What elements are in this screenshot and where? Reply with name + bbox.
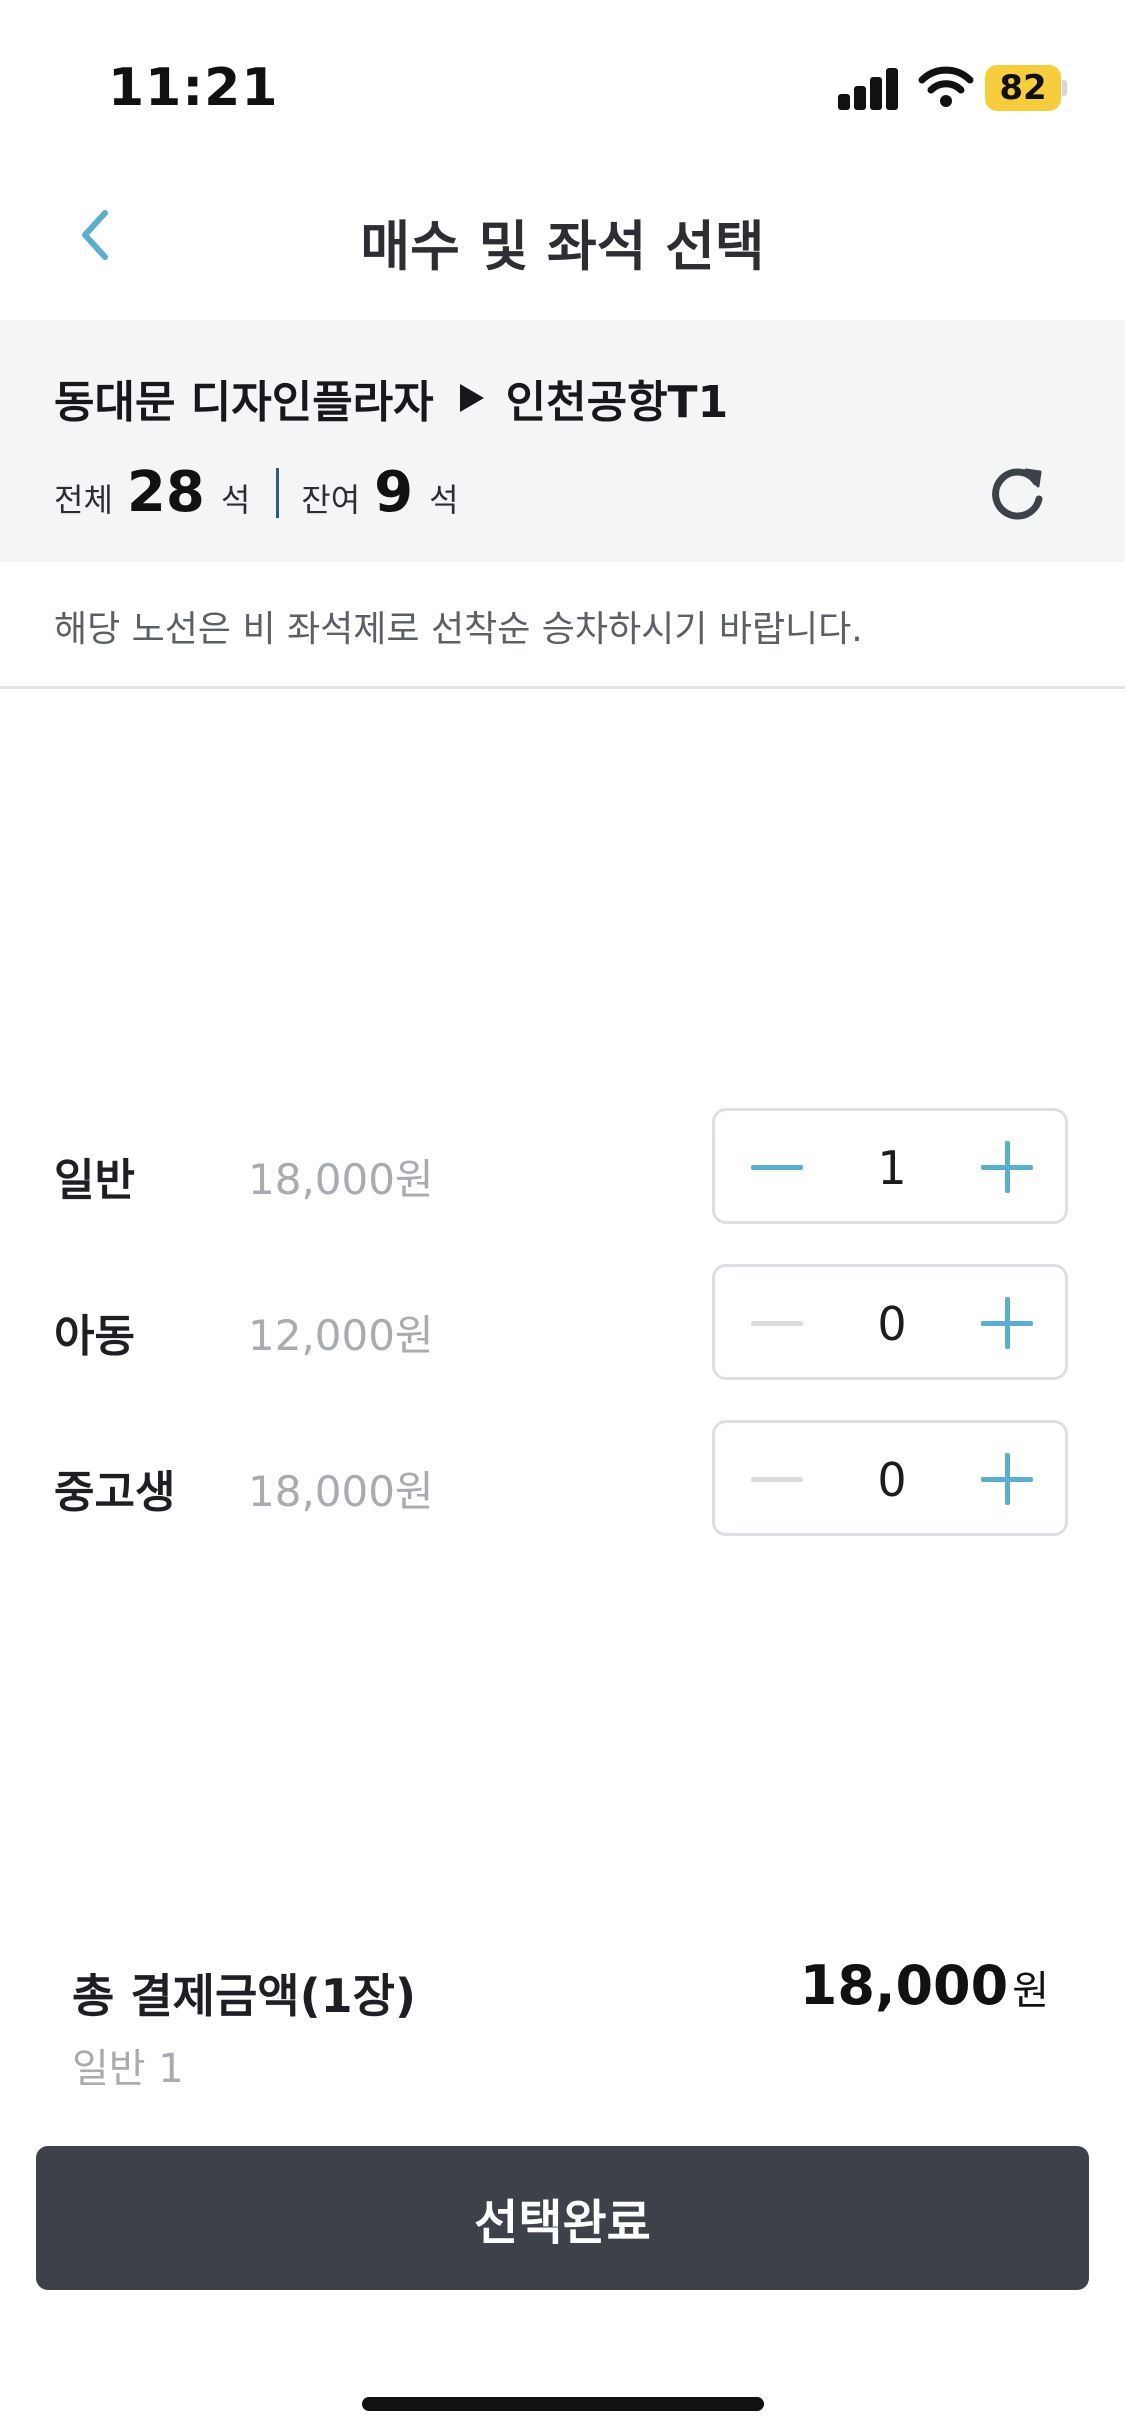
route-destination: 인천공항T1: [505, 377, 729, 428]
quantity-stepper: 0: [712, 1264, 1068, 1380]
seat-divider: [276, 467, 280, 518]
total-payment-label: 총 결제금액(1장): [72, 1969, 416, 2023]
quantity-stepper: 1: [712, 1108, 1068, 1224]
passenger-price: 18,000원: [248, 1155, 434, 1204]
battery-icon: 82: [985, 65, 1067, 111]
passenger-row-student: 중고생 18,000원 0: [0, 1420, 1125, 1540]
total-seats-count: 28: [126, 460, 205, 525]
seat-availability: 전체 28 석 잔여 9 석: [54, 460, 459, 525]
route-origin: 동대문 디자인플라자: [54, 377, 434, 428]
confirm-selection-button[interactable]: 선택완료: [36, 2146, 1089, 2290]
decrement-button[interactable]: [741, 1285, 817, 1361]
route-panel: 동대문 디자인플라자 인천공항T1 전체 28 석 잔여 9 석: [0, 320, 1125, 562]
remaining-seats-count: 9: [374, 460, 414, 525]
passenger-row-child: 아동 12,000원 0: [0, 1264, 1125, 1384]
quantity-value: 1: [877, 1141, 907, 1195]
home-indicator[interactable]: [362, 2397, 764, 2411]
total-payment-amount: 18,000 원: [800, 1954, 1049, 2017]
increment-button[interactable]: [969, 1441, 1045, 1517]
battery-level: 82: [999, 68, 1047, 108]
remaining-seats-label: 잔여: [301, 481, 361, 519]
decrement-button[interactable]: [741, 1129, 817, 1205]
refresh-icon[interactable]: [986, 462, 1048, 524]
passenger-type: 아동: [54, 1311, 135, 1362]
minus-icon: [751, 1477, 803, 1482]
total-amount-value: 18,000: [799, 1954, 1009, 2017]
route-info: 동대문 디자인플라자 인천공항T1: [54, 366, 728, 430]
passenger-row-adult: 일반 18,000원 1: [0, 1108, 1125, 1228]
increment-button[interactable]: [969, 1285, 1045, 1361]
increment-button[interactable]: [969, 1129, 1045, 1205]
minus-icon: [751, 1165, 803, 1170]
total-amount-unit: 원: [1012, 1968, 1049, 2014]
page-title: 매수 및 좌석 선택: [360, 215, 765, 278]
wifi-icon: [918, 66, 974, 107]
total-seats-label: 전체: [54, 481, 113, 519]
passenger-price: 18,000원: [248, 1467, 434, 1516]
remaining-seats-unit: 석: [429, 481, 459, 519]
play-arrow-icon: [459, 384, 484, 412]
status-bar: 11:21 82: [0, 0, 1125, 150]
passenger-price: 12,000원: [248, 1311, 434, 1360]
divider: [0, 686, 1125, 689]
nav-header: 매수 및 좌석 선택: [0, 150, 1125, 320]
cellular-signal-icon: [838, 66, 900, 110]
total-payment-detail: 일반 1: [72, 2046, 184, 2092]
total-seats-unit: 석: [220, 481, 251, 519]
decrement-button[interactable]: [741, 1441, 817, 1517]
quantity-stepper: 0: [712, 1420, 1068, 1536]
quantity-value: 0: [877, 1297, 907, 1351]
status-time: 11:21: [108, 58, 279, 118]
passenger-type: 일반: [54, 1155, 135, 1206]
notice-text: 해당 노선은 비 좌석제로 선착순 승차하시기 바랍니다.: [54, 609, 863, 650]
minus-icon: [751, 1321, 803, 1326]
passenger-type: 중고생: [54, 1467, 176, 1518]
quantity-value: 0: [877, 1453, 907, 1507]
